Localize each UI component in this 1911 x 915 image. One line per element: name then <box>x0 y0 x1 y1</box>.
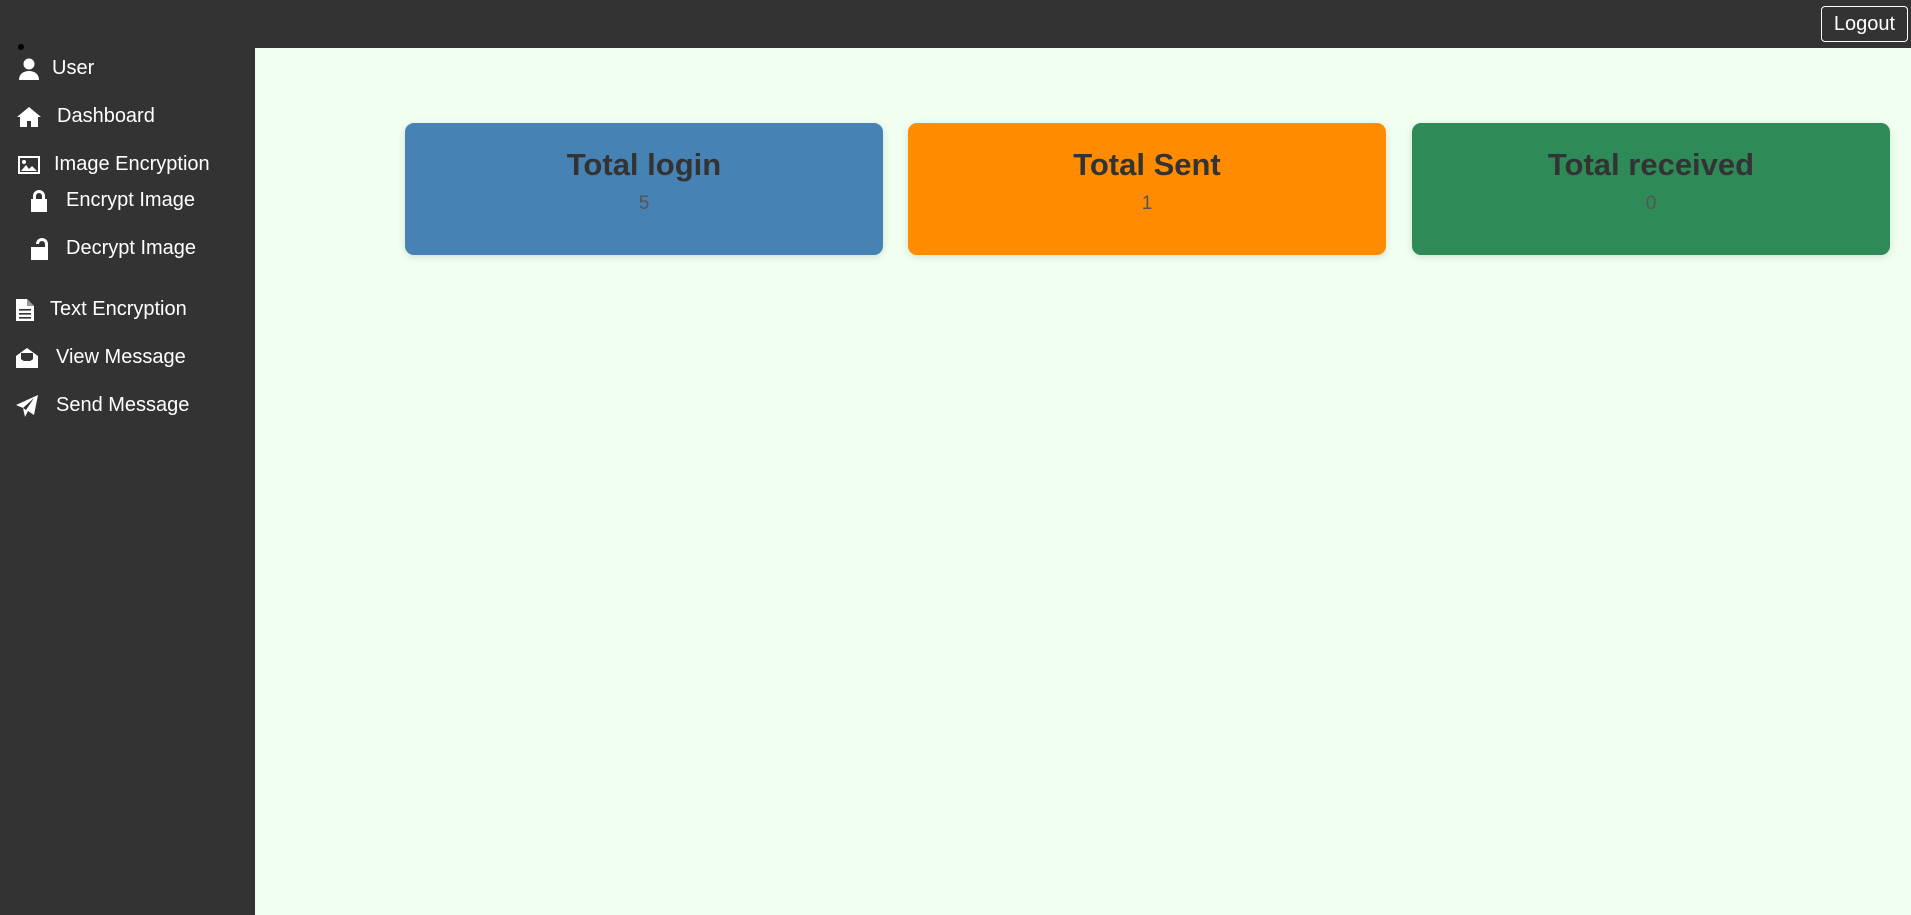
sidebar-item-view-message[interactable]: View Message <box>14 346 186 369</box>
file-text-icon <box>12 298 38 321</box>
sidebar-item-label: Send Message <box>56 394 190 416</box>
sidebar-item-label: Dashboard <box>57 105 155 127</box>
sidebar-item-label: Decrypt Image <box>66 237 197 259</box>
sidebar-item-send-message[interactable]: Send Message <box>14 394 189 417</box>
sidebar-item-label: View Message <box>56 346 186 368</box>
main-content: Total login 5 Total Sent 1 Total receive… <box>255 48 1911 915</box>
card-value: 0 <box>1645 193 1657 214</box>
paper-plane-icon <box>14 394 40 417</box>
sidebar: User Dashboard Image Encryption Encrypt … <box>0 44 255 915</box>
envelope-open-icon <box>14 347 40 368</box>
stat-card-total-received: Total received 0 <box>1412 123 1890 255</box>
stat-card-total-sent: Total Sent 1 <box>908 123 1386 255</box>
sidebar-item-encrypt-image[interactable]: Encrypt Image <box>26 189 195 212</box>
stat-card-total-login: Total login 5 <box>405 123 883 255</box>
sidebar-item-label: Image Encryption <box>54 153 210 175</box>
sidebar-item-dashboard[interactable]: Dashboard <box>16 105 155 128</box>
card-title: Total Sent <box>1073 147 1221 182</box>
bullet-dot <box>18 44 24 50</box>
sidebar-item-image-encryption[interactable]: Image Encryption <box>16 153 210 176</box>
sidebar-item-decrypt-image[interactable]: Decrypt Image <box>26 237 196 260</box>
home-icon <box>16 106 42 127</box>
sidebar-item-label: Text Encryption <box>50 298 187 320</box>
sidebar-item-label: Encrypt Image <box>66 189 195 211</box>
unlock-icon <box>26 237 52 260</box>
card-value: 5 <box>638 193 650 214</box>
image-icon <box>16 155 42 174</box>
card-title: Total received <box>1547 147 1755 182</box>
logout-button[interactable]: Logout <box>1820 6 1908 42</box>
card-title: Total login <box>566 147 722 182</box>
sidebar-item-text-encryption[interactable]: Text Encryption <box>12 298 187 321</box>
lock-icon <box>26 189 52 212</box>
sidebar-item-user[interactable]: User <box>16 57 94 80</box>
user-icon <box>16 58 42 80</box>
sidebar-item-label: User <box>52 57 95 79</box>
top-bar: Logout <box>0 0 1911 48</box>
card-value: 1 <box>1141 193 1153 214</box>
